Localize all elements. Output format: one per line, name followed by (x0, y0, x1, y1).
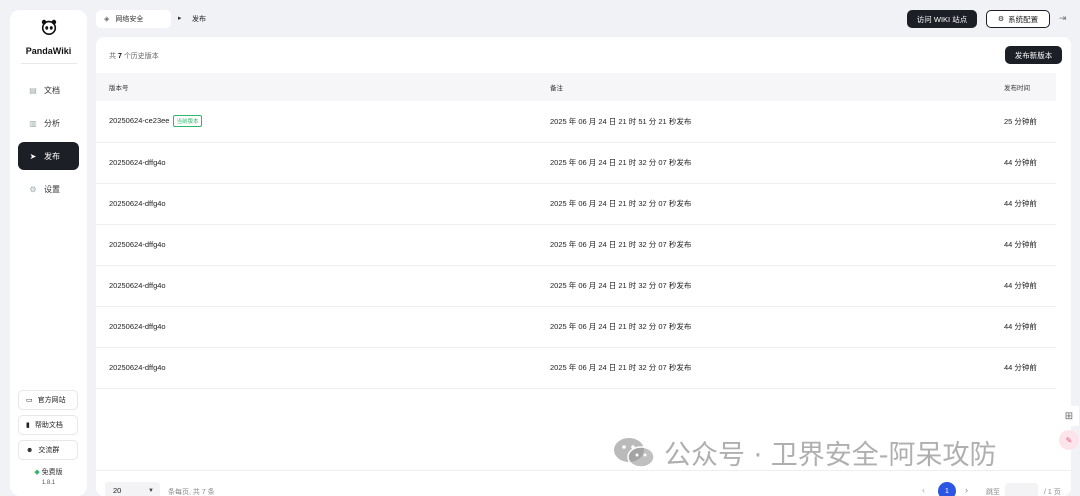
version-cell: 20250624-ce23ee 当前版本 (96, 101, 550, 143)
logout-icon[interactable]: ⇥ (1059, 13, 1067, 24)
table-row[interactable]: 20250624-dffg4o 2025 年 06 月 24 日 21 时 32… (96, 224, 1056, 266)
version-cell: 20250624-dffg4o (96, 224, 550, 266)
total-count: 共 7 个历史版本 (109, 51, 159, 61)
system-config-button[interactable]: ⚙ 系统配置 (986, 10, 1050, 28)
table-row[interactable]: 20250624-dffg4o 2025 年 06 月 24 日 21 时 32… (96, 183, 1056, 225)
sidebar-item-label: 文档 (44, 85, 60, 95)
current-version-badge: 当前版本 (173, 115, 202, 128)
chevron-left-icon[interactable]: ‹ (922, 485, 925, 495)
cube-icon: ◈ (104, 16, 110, 23)
monitor-icon: ▭ (26, 397, 33, 404)
breadcrumb-separator-icon: ▸ (178, 15, 182, 22)
send-icon: ➤ (29, 151, 37, 161)
sidebar-nav: ▤ 文档 ▥ 分析 ➤ 发布 ⚙ 设置 (10, 76, 87, 203)
note-cell: 2025 年 06 月 24 日 21 时 51 分 21 秒发布 (550, 101, 1004, 143)
version-text: 20250624-ce23ee (109, 116, 170, 126)
version-cell: 20250624-dffg4o (96, 306, 550, 348)
time-cell: 44 分钟前 (1004, 306, 1056, 348)
note-cell: 2025 年 06 月 24 日 21 时 32 分 07 秒发布 (550, 224, 1004, 266)
version-cell: 20250624-dffg4o (96, 183, 550, 225)
new-release-button[interactable]: 发布新版本 (1005, 46, 1062, 64)
watermark: 公众号 · 卫界安全-阿呆攻防 (612, 433, 997, 472)
official-site-button[interactable]: ▭ 官方网站 (18, 390, 78, 410)
wechat-icon (614, 437, 655, 468)
column-time: 发布时间 (1004, 73, 1056, 101)
chart-icon: ▥ (29, 118, 37, 128)
table-row[interactable]: 20250624-dffg4o 2025 年 06 月 24 日 21 时 32… (96, 142, 1056, 184)
assistant-icon[interactable]: ✎ (1059, 430, 1079, 450)
app-name: PandaWiki (25, 46, 72, 56)
sidebar-item-label: 分析 (44, 118, 60, 128)
total-prefix: 共 (109, 53, 116, 60)
sidebar-item-analysis[interactable]: ▥ 分析 (18, 109, 79, 137)
time-cell: 44 分钟前 (1004, 224, 1056, 266)
note-cell: 2025 年 06 月 24 日 21 时 32 分 07 秒发布 (550, 347, 1004, 389)
version-label: 1.8.1 (41, 480, 56, 486)
jump-label: 跳至 (986, 489, 1000, 496)
qr-code-icon[interactable]: ⊞ (1059, 406, 1079, 426)
sidebar-item-docs[interactable]: ▤ 文档 (18, 76, 79, 104)
column-version: 版本号 (96, 73, 550, 101)
community-button[interactable]: ☻ 交流群 (18, 440, 78, 460)
page-total: / 1 页 (1044, 489, 1061, 496)
official-site-label: 官方网站 (37, 397, 66, 404)
note-cell: 2025 年 06 月 24 日 21 时 32 分 07 秒发布 (550, 265, 1004, 307)
version-cell: 20250624-dffg4o (96, 142, 550, 184)
sidebar-item-publish[interactable]: ➤ 发布 (18, 142, 79, 170)
panda-logo-icon (41, 19, 56, 36)
chevron-right-icon[interactable]: › (965, 485, 968, 495)
breadcrumb-current: 发布 (192, 16, 206, 23)
pagination-bar: 20 ▼ 条每页, 共 7 条 ‹ 1 › 跳至 / 1 页 (96, 470, 1071, 496)
note-cell: 2025 年 06 月 24 日 21 时 32 分 07 秒发布 (550, 183, 1004, 225)
workspace-selector[interactable]: ◈ 网络安全 (96, 10, 171, 28)
gear-icon: ⚙ (997, 16, 1005, 23)
diamond-icon: ◆ (34, 469, 40, 476)
chevron-down-icon: ▼ (148, 487, 154, 494)
workspace-name: 网络安全 (115, 16, 144, 23)
watermark-text: 公众号 · 卫界安全-阿呆攻防 (664, 440, 997, 471)
system-config-label: 系统配置 (1008, 14, 1039, 24)
time-cell: 25 分钟前 (1004, 101, 1056, 143)
visit-wiki-button[interactable]: 访问 WIKI 站点 (907, 10, 977, 28)
document-icon: ▤ (29, 85, 37, 95)
note-cell: 2025 年 06 月 24 日 21 时 32 分 07 秒发布 (550, 306, 1004, 348)
plan-label: 免费版 (41, 469, 63, 476)
version-cell: 20250624-dffg4o (96, 265, 550, 307)
logo[interactable]: PandaWiki (10, 10, 87, 64)
release-table: 版本号 备注 发布时间 20250624-ce23ee 当前版本 2025 年 0… (96, 73, 1056, 389)
table-header-row: 版本号 备注 发布时间 (96, 73, 1056, 101)
time-cell: 44 分钟前 (1004, 265, 1056, 307)
page-size-select[interactable]: 20 ▼ (105, 482, 160, 496)
group-icon: ☻ (26, 446, 34, 454)
plan-badge: ◆ 免费版 (10, 467, 87, 477)
jump-page-input[interactable] (1005, 483, 1038, 496)
table-row[interactable]: 20250624-ce23ee 当前版本 2025 年 06 月 24 日 21 … (96, 101, 1056, 143)
table-row[interactable]: 20250624-dffg4o 2025 年 06 月 24 日 21 时 32… (96, 265, 1056, 307)
card-header: 共 7 个历史版本 发布新版本 (96, 37, 1071, 73)
time-cell: 44 分钟前 (1004, 142, 1056, 184)
gear-icon: ⚙ (29, 184, 37, 194)
column-note: 备注 (550, 73, 1004, 101)
sidebar: PandaWiki ▤ 文档 ▥ 分析 ➤ 发布 ⚙ 设置 ▭ 官方网站 ▮ 帮… (10, 10, 87, 496)
page-info: 条每页, 共 7 条 (168, 489, 215, 496)
divider (20, 63, 77, 64)
table-row[interactable]: 20250624-dffg4o 2025 年 06 月 24 日 21 时 32… (96, 347, 1056, 389)
total-suffix: 个历史版本 (123, 53, 159, 60)
total-number: 7 (117, 53, 122, 60)
help-docs-button[interactable]: ▮ 帮助文档 (18, 415, 78, 435)
page-button-current[interactable]: 1 (938, 482, 956, 496)
version-cell: 20250624-dffg4o (96, 347, 550, 389)
help-docs-label: 帮助文档 (34, 422, 63, 429)
page-size-value: 20 (113, 486, 122, 495)
book-icon: ▮ (26, 422, 30, 429)
note-cell: 2025 年 06 月 24 日 21 时 32 分 07 秒发布 (550, 142, 1004, 184)
table-row[interactable]: 20250624-dffg4o 2025 年 06 月 24 日 21 时 32… (96, 306, 1056, 348)
release-history-card: 共 7 个历史版本 发布新版本 版本号 备注 发布时间 20250624-ce2… (96, 37, 1071, 496)
sidebar-item-settings[interactable]: ⚙ 设置 (18, 175, 79, 203)
sidebar-item-label: 发布 (44, 151, 60, 161)
community-label: 交流群 (38, 447, 60, 454)
time-cell: 44 分钟前 (1004, 183, 1056, 225)
sidebar-item-label: 设置 (44, 184, 60, 194)
time-cell: 44 分钟前 (1004, 347, 1056, 389)
